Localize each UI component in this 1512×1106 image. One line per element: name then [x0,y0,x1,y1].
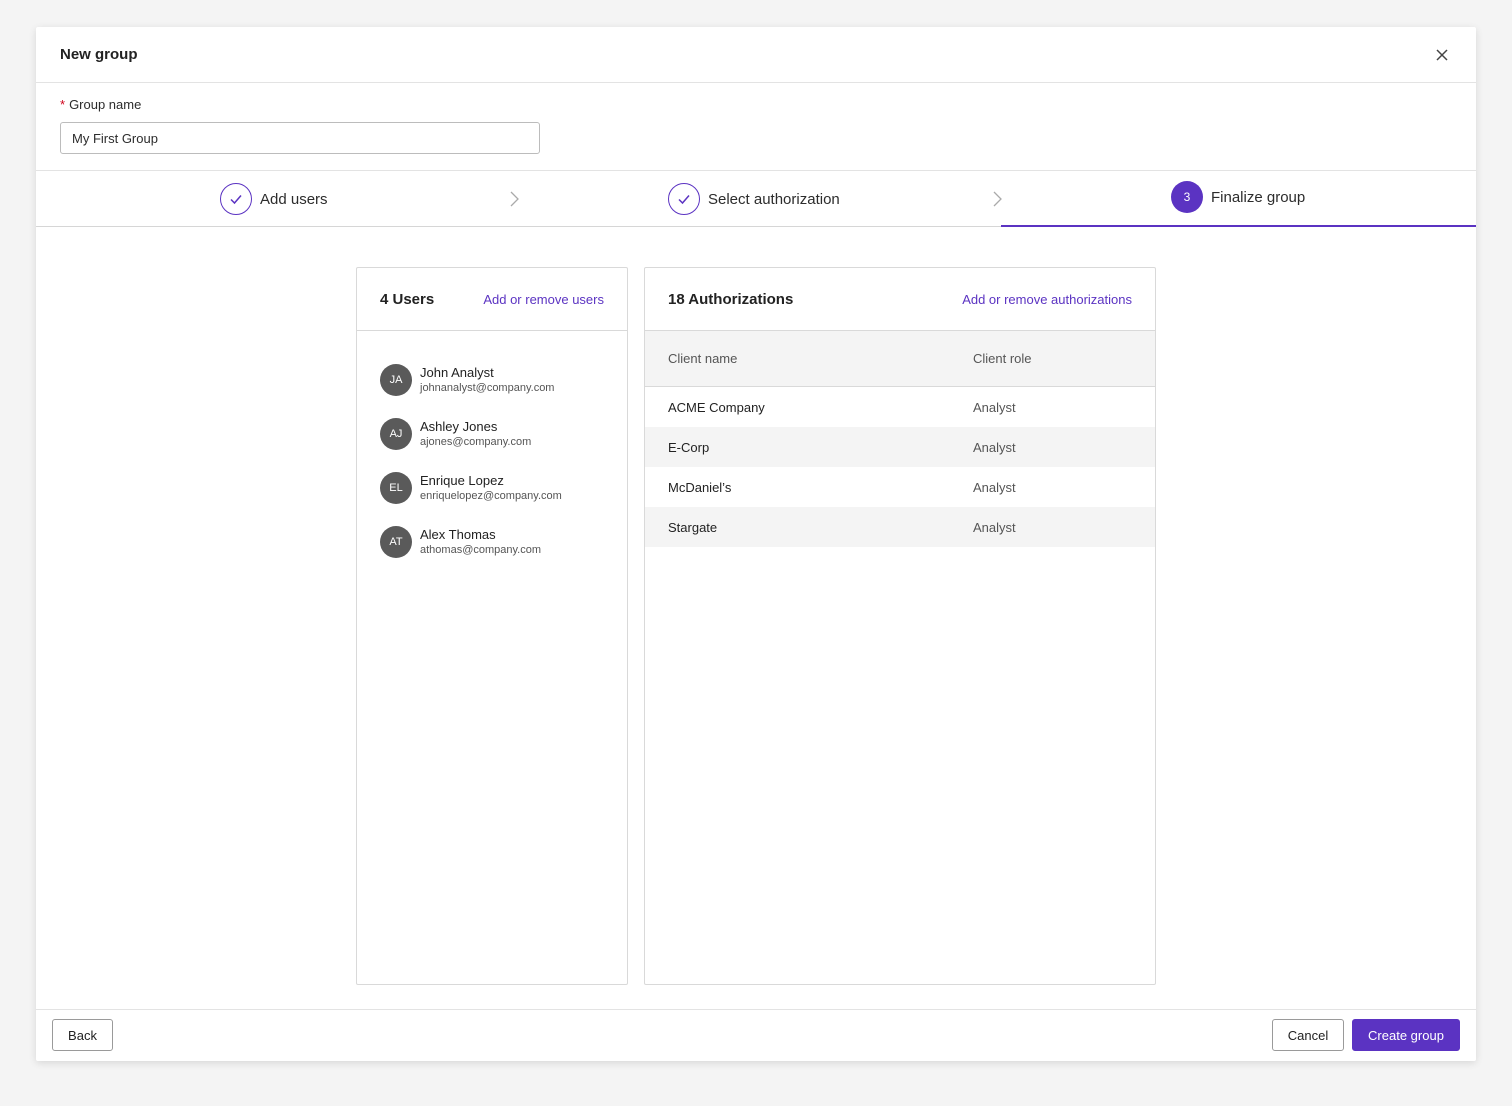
table-row: Stargate Analyst [645,507,1155,547]
authorizations-count-title: 18 Authorizations [668,290,794,308]
client-role-cell: Analyst [973,479,1016,495]
avatar: JA [380,364,412,396]
stepper: Add users Select authorization 3 Finaliz… [36,171,1476,227]
client-role-cell: Analyst [973,399,1016,415]
group-name-label: * Group name [60,97,1452,112]
step-label: Add users [260,190,328,208]
group-name-label-text: Group name [69,97,142,112]
user-item: AJ Ashley Jones ajones@company.com [357,407,627,461]
back-button[interactable]: Back [52,1019,113,1051]
check-icon [668,183,700,215]
user-email: ajones@company.com [420,436,532,448]
user-name: Enrique Lopez [420,473,504,488]
step-select-authorization[interactable]: Select authorization [668,171,840,227]
user-email: johnanalyst@company.com [420,382,555,394]
required-mark: * [60,97,66,112]
user-list: JA John Analyst johnanalyst@company.com … [357,331,627,569]
user-name: John Analyst [420,365,494,380]
authorizations-panel: 18 Authorizations Add or remove authoriz… [644,267,1156,985]
users-panel: 4 Users Add or remove users JA John Anal… [356,267,628,985]
create-group-button[interactable]: Create group [1352,1019,1460,1051]
client-role-cell: Analyst [973,519,1016,535]
group-name-section: * Group name [36,83,1476,171]
client-name-cell: McDaniel’s [668,479,732,495]
modal-footer: Back Cancel Create group [36,1009,1476,1061]
table-row: ACME Company Analyst [645,387,1155,427]
client-name-cell: ACME Company [668,399,765,415]
cancel-button[interactable]: Cancel [1272,1019,1344,1051]
authorizations-panel-header: 18 Authorizations Add or remove authoriz… [645,268,1155,331]
step-number: 3 [1171,181,1203,213]
user-name: Ashley Jones [420,419,498,434]
step-label: Select authorization [708,190,840,208]
group-name-input[interactable] [60,122,540,154]
check-icon [220,183,252,215]
new-group-modal: New group * Group name Add users Select … [36,27,1476,1061]
avatar: EL [380,472,412,504]
column-header-client-role[interactable]: Client role [973,351,1155,366]
client-role-cell: Analyst [973,439,1016,455]
table-row: McDaniel’s Analyst [645,467,1155,507]
user-item: JA John Analyst johnanalyst@company.com [357,353,627,407]
avatar: AJ [380,418,412,450]
modal-header: New group [36,27,1476,83]
user-item: AT Alex Thomas athomas@company.com [357,515,627,569]
users-panel-header: 4 Users Add or remove users [357,268,627,331]
active-step-indicator [1001,225,1476,227]
close-icon[interactable] [1432,45,1452,65]
chevron-right-icon [991,191,1003,212]
step-finalize-group[interactable]: 3 Finalize group [1171,169,1305,225]
client-name-cell: E-Corp [668,439,710,455]
step-label: Finalize group [1211,188,1306,206]
column-header-client-name[interactable]: Client name [645,351,973,366]
avatar: AT [380,526,412,558]
user-email: enriquelopez@company.com [420,490,562,502]
step-add-users[interactable]: Add users [220,171,328,227]
modal-title: New group [60,46,138,63]
users-count-title: 4 Users [380,290,435,308]
client-name-cell: Stargate [668,519,718,535]
add-remove-users-link[interactable]: Add or remove users [483,292,604,307]
table-header: Client name Client role [645,331,1155,387]
chevron-right-icon [508,191,520,212]
user-email: athomas@company.com [420,544,542,556]
user-item: EL Enrique Lopez enriquelopez@company.co… [357,461,627,515]
user-name: Alex Thomas [420,527,496,542]
add-remove-authorizations-link[interactable]: Add or remove authorizations [962,292,1132,307]
table-row: E-Corp Analyst [645,427,1155,467]
